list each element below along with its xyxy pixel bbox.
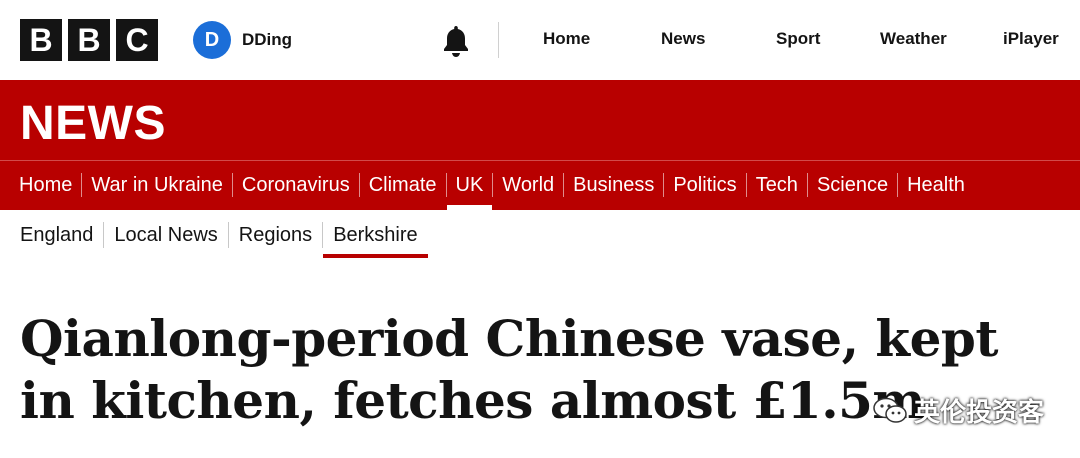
watermark-text: 英伦投资客 xyxy=(914,397,1045,427)
masthead-nav-iplayer[interactable]: iPlayer xyxy=(1003,29,1059,49)
masthead-nav-news[interactable]: News xyxy=(661,29,705,49)
headline-line: Qianlong-period Chinese vase, kept xyxy=(20,309,998,368)
watermark: 英伦投资客 xyxy=(872,392,1044,429)
subnav-item-berkshire[interactable]: Berkshire xyxy=(323,210,429,260)
nav-item-world[interactable]: World xyxy=(493,160,563,210)
bbc-logo-block: C xyxy=(116,19,158,61)
nav-item-politics[interactable]: Politics xyxy=(664,160,745,210)
masthead-nav-sport[interactable]: Sport xyxy=(776,29,820,49)
bbc-logo-block: B xyxy=(20,19,62,61)
news-primary-nav: Home War in Ukraine Coronavirus Climate … xyxy=(0,160,1080,210)
subnav-item-england[interactable]: England xyxy=(10,210,103,260)
news-banner: NEWS Home War in Ukraine Coronavirus Cli… xyxy=(0,80,1080,210)
bbc-logo[interactable]: B B C xyxy=(20,19,158,61)
nav-item-home[interactable]: Home xyxy=(10,160,81,210)
bell-icon[interactable] xyxy=(441,24,471,58)
nav-item-science[interactable]: Science xyxy=(808,160,897,210)
bbc-logo-block: B xyxy=(68,19,110,61)
nav-item-health[interactable]: Health xyxy=(898,160,974,210)
news-wordmark[interactable]: NEWS xyxy=(20,96,166,151)
nav-item-tech[interactable]: Tech xyxy=(747,160,807,210)
subnav-item-local-news[interactable]: Local News xyxy=(104,210,227,260)
nav-item-coronavirus[interactable]: Coronavirus xyxy=(233,160,359,210)
nav-item-uk[interactable]: UK xyxy=(446,160,493,210)
subnav-item-regions[interactable]: Regions xyxy=(229,210,322,260)
masthead-divider xyxy=(498,22,499,58)
headline-line: in kitchen, fetches almost £1.5m xyxy=(20,371,925,430)
wechat-icon xyxy=(873,397,907,423)
nav-item-climate[interactable]: Climate xyxy=(360,160,446,210)
nav-item-business[interactable]: Business xyxy=(564,160,663,210)
account-name: DDing xyxy=(242,30,293,49)
bbc-masthead: B B C D DDing Home News Sport Weather iP… xyxy=(0,0,1080,80)
uk-secondary-nav: England Local News Regions Berkshire xyxy=(0,210,1080,260)
account-button[interactable]: D DDing xyxy=(193,21,292,59)
avatar: D xyxy=(193,21,231,59)
masthead-nav-weather[interactable]: Weather xyxy=(880,29,947,49)
nav-item-war-in-ukraine[interactable]: War in Ukraine xyxy=(82,160,232,210)
masthead-nav-home[interactable]: Home xyxy=(543,29,590,49)
